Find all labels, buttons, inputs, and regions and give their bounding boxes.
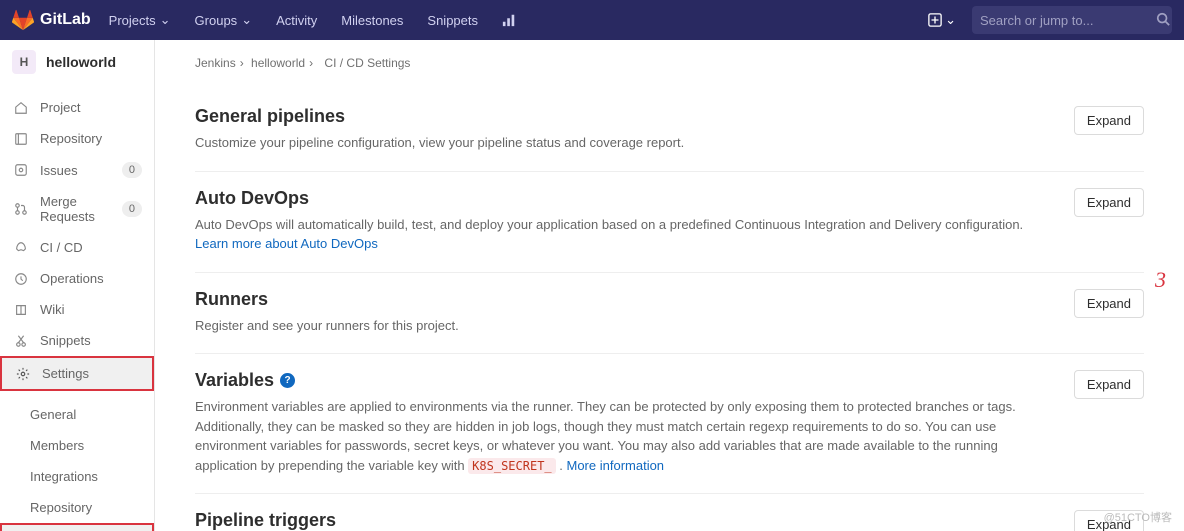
nav-milestones[interactable]: Milestones <box>331 7 413 34</box>
sidebar: H helloworld Project Repository Issues0 … <box>0 40 155 531</box>
plus-box-icon <box>928 13 942 27</box>
topbar: GitLab Projects⌄ Groups⌄ Activity Milest… <box>0 0 1184 40</box>
section-variables: Variables? Environment variables are app… <box>195 354 1144 494</box>
merge-icon <box>12 202 30 216</box>
sidebar-item-issues[interactable]: Issues0 <box>0 154 154 186</box>
breadcrumb-jenkins[interactable]: Jenkins <box>195 56 236 70</box>
snippets-icon <box>12 334 30 348</box>
more-info-link[interactable]: More information <box>567 458 665 473</box>
issues-icon <box>12 163 30 177</box>
section-general-pipelines: General pipelines Customize your pipelin… <box>195 90 1144 172</box>
sidebar-item-snippets[interactable]: Snippets 1 <box>0 325 154 356</box>
sidebar-item-settings[interactable]: Settings <box>0 356 154 391</box>
sidebar-item-cicd[interactable]: CI / CD <box>0 232 154 263</box>
sidebar-item-wiki[interactable]: Wiki <box>0 294 154 325</box>
sidebar-item-operations[interactable]: Operations <box>0 263 154 294</box>
new-dropdown[interactable]: ⌄ <box>920 8 964 32</box>
ops-icon <box>12 272 30 286</box>
gear-icon <box>14 367 32 381</box>
section-auto-devops: Auto DevOps Auto DevOps will automatical… <box>195 172 1144 273</box>
nav-stats-icon[interactable] <box>492 7 526 33</box>
section-desc: Environment variables are applied to env… <box>195 397 1058 475</box>
section-desc: Register and see your runners for this p… <box>195 316 1058 336</box>
code-snippet: K8S_SECRET_ <box>468 458 555 474</box>
wiki-icon <box>12 303 30 317</box>
learn-more-link[interactable]: Learn more about Auto DevOps <box>195 236 378 251</box>
topbar-nav: Projects⌄ Groups⌄ Activity Milestones Sn… <box>99 6 526 34</box>
annotation-3: 3 <box>1155 267 1166 293</box>
section-desc: Customize your pipeline configuration, v… <box>195 133 1058 153</box>
sidebar-subitem-repository[interactable]: Repository <box>0 492 154 523</box>
sidebar-subitem-general[interactable]: General <box>0 399 154 430</box>
section-title: Variables? <box>195 370 1058 391</box>
sidebar-header[interactable]: H helloworld <box>0 40 154 84</box>
breadcrumb: Jenkins› helloworld› CI / CD Settings <box>195 56 1144 70</box>
breadcrumb-current: CI / CD Settings <box>324 56 410 70</box>
rocket-icon <box>12 241 30 255</box>
sidebar-item-merge-requests[interactable]: Merge Requests0 <box>0 186 154 232</box>
issues-badge: 0 <box>122 162 142 178</box>
search-icon <box>1156 12 1170 29</box>
merge-badge: 0 <box>122 201 142 217</box>
brand-name: GitLab <box>40 11 91 29</box>
avatar: H <box>12 50 36 74</box>
expand-button[interactable]: Expand <box>1074 370 1144 399</box>
chevron-down-icon: ⌄ <box>945 12 956 28</box>
section-runners: Runners Register and see your runners fo… <box>195 273 1144 355</box>
section-title: Auto DevOps <box>195 188 1058 209</box>
expand-button[interactable]: Expand <box>1074 188 1144 217</box>
section-title: Runners <box>195 289 1058 310</box>
section-pipeline-triggers: Pipeline triggers Triggers can force a s… <box>195 494 1144 531</box>
gitlab-icon <box>12 9 34 31</box>
expand-button[interactable]: Expand <box>1074 289 1144 318</box>
search-input[interactable] <box>980 13 1156 28</box>
section-title: General pipelines <box>195 106 1058 127</box>
nav-snippets[interactable]: Snippets <box>417 7 488 34</box>
sidebar-item-project[interactable]: Project <box>0 92 154 123</box>
gitlab-logo[interactable]: GitLab <box>12 9 91 31</box>
repo-icon <box>12 132 30 146</box>
section-title: Pipeline triggers <box>195 510 1058 531</box>
breadcrumb-helloworld[interactable]: helloworld <box>251 56 305 70</box>
expand-button[interactable]: Expand <box>1074 106 1144 135</box>
nav-projects[interactable]: Projects⌄ <box>99 6 181 34</box>
sidebar-subitem-members[interactable]: Members <box>0 430 154 461</box>
help-icon[interactable]: ? <box>280 373 295 388</box>
search-box[interactable] <box>972 6 1172 34</box>
nav-groups[interactable]: Groups⌄ <box>185 6 263 34</box>
sidebar-subitem-integrations[interactable]: Integrations <box>0 461 154 492</box>
sidebar-subitem-cicd[interactable]: CI / CD <box>0 523 154 531</box>
nav-activity[interactable]: Activity <box>266 7 327 34</box>
chevron-down-icon: ⌄ <box>160 12 171 28</box>
section-desc: Auto DevOps will automatically build, te… <box>195 215 1058 254</box>
sidebar-item-repository[interactable]: Repository <box>0 123 154 154</box>
chevron-down-icon: ⌄ <box>241 12 252 28</box>
project-title: helloworld <box>46 54 116 70</box>
watermark: @51CTO博客 <box>1104 509 1172 525</box>
main-content: Jenkins› helloworld› CI / CD Settings Ge… <box>155 40 1184 531</box>
home-icon <box>12 101 30 115</box>
